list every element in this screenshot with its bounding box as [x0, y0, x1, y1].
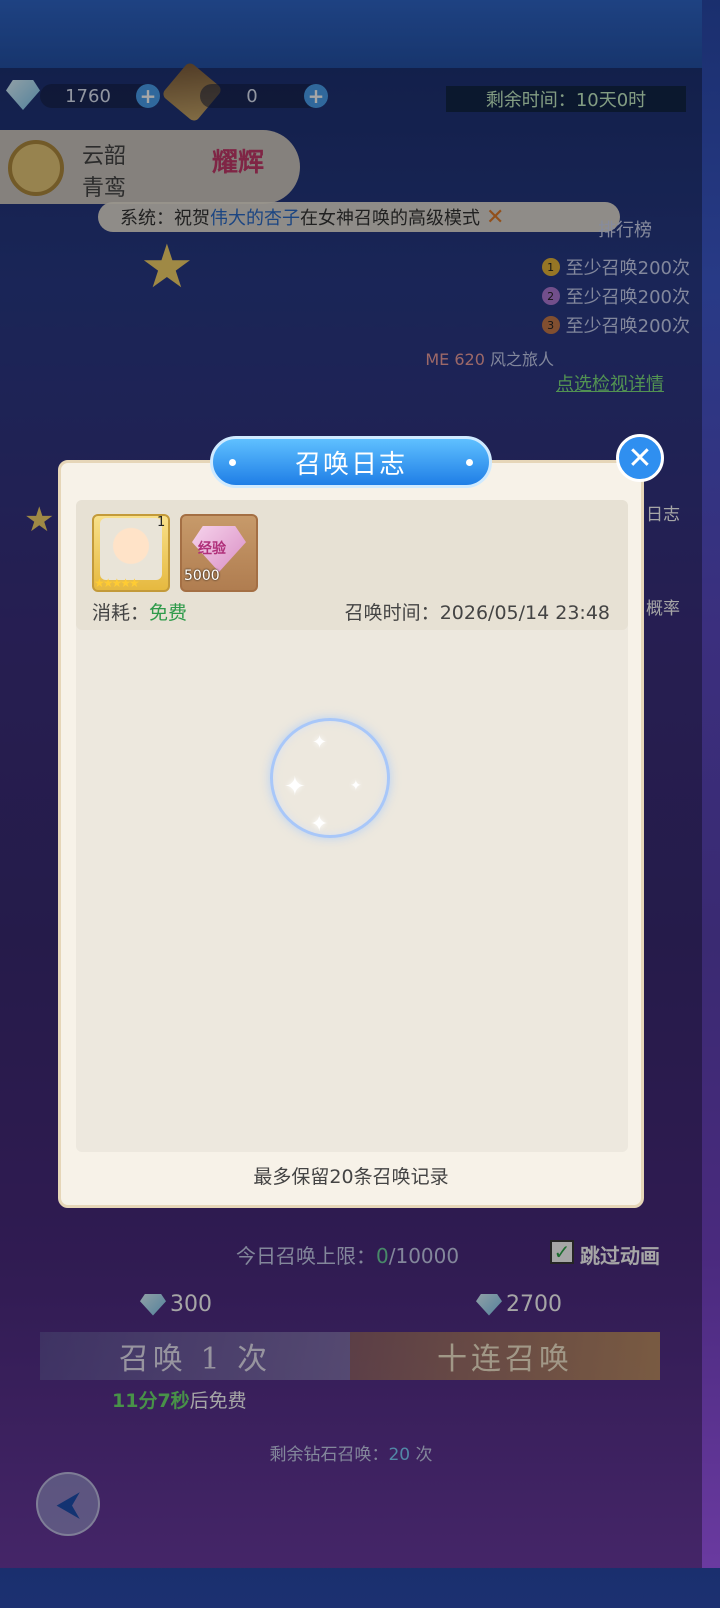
sparkle-icon: ✦ [312, 732, 328, 753]
cost-value: 免费 [149, 602, 188, 624]
close-button[interactable]: ✕ [616, 434, 664, 482]
star-rating: ★★★★★ [94, 576, 140, 590]
sparkle-icon: ✦ [284, 772, 306, 802]
time-label: 召唤时间： [344, 602, 440, 624]
log-footer-note: 最多保留20条召唤记录 [253, 1166, 449, 1188]
hero-count: 1 [157, 515, 166, 530]
close-icon: ✕ [627, 440, 653, 476]
title-dot [229, 459, 236, 466]
summon-time: 召唤时间：2026/05/14 23:48 [345, 598, 610, 625]
cost-info: 消耗：免费 [92, 598, 187, 625]
dialog-title-text: 召唤日志 [294, 449, 407, 480]
sparkle-icon: ✦ [310, 812, 329, 837]
cost-label: 消耗： [92, 602, 150, 624]
sparkle-icon: ✦ [350, 778, 362, 794]
title-dot [466, 459, 473, 466]
gem-count: 5000 [184, 568, 220, 584]
time-value: 2026/05/14 23:48 [439, 602, 610, 624]
dialog-title: 召唤日志 [210, 436, 492, 488]
gem-label: 经验 [198, 541, 226, 557]
hero-portrait [100, 518, 162, 580]
